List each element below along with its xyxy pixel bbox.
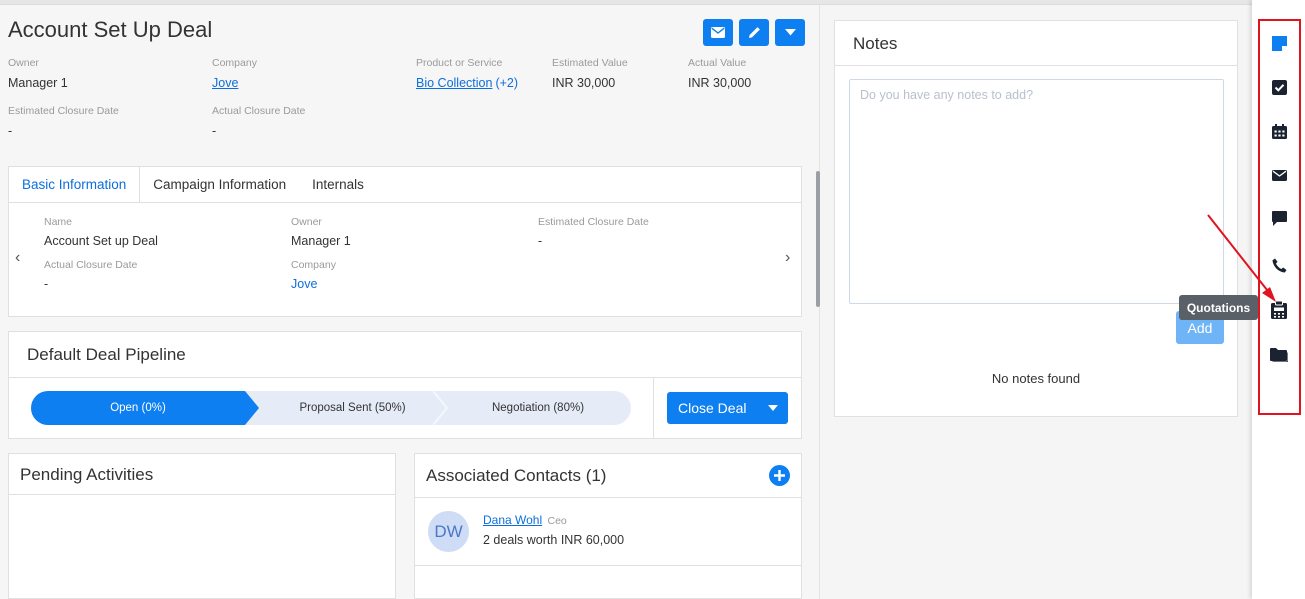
pipeline-title: Default Deal Pipeline [27, 345, 186, 364]
estimated-closure-field: Estimated Closure Date - [8, 105, 119, 138]
stage-negotiation[interactable]: Negotiation (80%) [445, 391, 631, 425]
edit-button[interactable] [739, 19, 769, 46]
estimated-value-field: Estimated Value INR 30,000 [552, 57, 628, 90]
envelope-icon [711, 27, 725, 38]
basic-company-link[interactable]: Jove [291, 277, 336, 291]
add-contact-icon[interactable] [769, 465, 790, 486]
estimated-closure-value: - [8, 124, 13, 138]
tab-campaign-information[interactable]: Campaign Information [140, 167, 299, 202]
company-link[interactable]: Jove [212, 76, 238, 90]
caret-down-icon [768, 405, 778, 411]
actual-closure-label: Actual Closure Date [212, 105, 306, 117]
notes-title: Notes [853, 34, 898, 53]
basic-actual-closure-value: - [44, 277, 49, 291]
info-tabs-card: Basic Information Campaign Information I… [8, 166, 802, 317]
no-notes-message: No notes found [991, 371, 1081, 386]
associated-contacts-title: Associated Contacts (1) [426, 466, 607, 485]
notes-panel: Notes Add No notes found [834, 20, 1238, 417]
contact-role: Ceo [547, 515, 567, 527]
basic-owner-value: Manager 1 [291, 234, 351, 248]
avatar: DW [428, 511, 469, 552]
tab-basic-information[interactable]: Basic Information [9, 167, 141, 202]
owner-value: Manager 1 [8, 76, 68, 90]
email-button[interactable] [703, 19, 733, 46]
estimated-closure-label: Estimated Closure Date [8, 105, 119, 117]
basic-actual-closure-field: Actual Closure Date - [44, 259, 137, 291]
stage-arrow-icon [245, 391, 259, 425]
pencil-icon [748, 27, 760, 38]
divider [9, 377, 801, 378]
contact-row[interactable]: DW Dana Wohl Ceo 2 deals worth INR 60,00… [415, 498, 801, 566]
tab-internals[interactable]: Internals [299, 167, 377, 202]
basic-est-closure-label: Estimated Closure Date [538, 216, 649, 228]
stage-proposal-sent[interactable]: Proposal Sent (50%) [259, 391, 446, 425]
product-field: Product or Service Bio Collection (+2) [416, 57, 518, 90]
header-actions [703, 19, 805, 46]
actual-closure-value: - [212, 124, 217, 138]
basic-name-label: Name [44, 216, 73, 228]
basic-actual-closure-label: Actual Closure Date [44, 259, 138, 271]
basic-owner-field: Owner Manager 1 [291, 216, 351, 248]
notes-textarea[interactable] [849, 79, 1224, 304]
product-more-link[interactable]: (+2) [495, 76, 518, 90]
pending-activities-title: Pending Activities [20, 465, 154, 484]
deal-main-panel: Account Set Up Deal Owner Manager 1 Comp… [0, 5, 820, 599]
close-deal-button[interactable]: Close Deal [667, 392, 788, 424]
contact-summary: 2 deals worth INR 60,000 [483, 533, 625, 547]
associated-contacts-card: Associated Contacts (1) DW Dana Wohl Ceo… [414, 453, 802, 599]
owner-field: Owner Manager 1 [8, 57, 68, 90]
pipeline-stages: Open (0%) Proposal Sent (50%) Negotiatio… [31, 391, 631, 425]
quotations-tooltip: Quotations [1179, 295, 1258, 320]
estimated-value-label: Estimated Value [552, 57, 628, 69]
divider [9, 494, 395, 495]
contact-name-line: Dana Wohl Ceo [483, 513, 567, 527]
chevron-left-icon[interactable]: ‹ [15, 249, 20, 267]
divider [653, 377, 654, 439]
company-label: Company [212, 57, 257, 69]
caret-down-icon [784, 29, 796, 36]
actual-closure-field: Actual Closure Date - [212, 105, 305, 138]
actual-value-label: Actual Value [688, 57, 747, 69]
contact-name-link[interactable]: Dana Wohl [483, 513, 542, 527]
pipeline-card: Default Deal Pipeline Open (0%) Proposal… [8, 331, 802, 439]
company-field: Company Jove [212, 57, 257, 90]
actual-value-field: Actual Value INR 30,000 [688, 57, 751, 90]
basic-name-value: Account Set up Deal [44, 234, 158, 248]
basic-company-field: Company Jove [291, 259, 336, 291]
basic-name-field: Name Account Set up Deal [44, 216, 158, 248]
basic-company-label: Company [291, 259, 336, 271]
chevron-right-icon[interactable]: › [785, 249, 790, 267]
highlight-box [1258, 19, 1301, 415]
owner-label: Owner [8, 57, 39, 69]
tab-bar: Basic Information Campaign Information I… [9, 167, 801, 203]
close-deal-label: Close Deal [678, 400, 747, 416]
product-label: Product or Service [416, 57, 503, 69]
page-title: Account Set Up Deal [8, 17, 213, 42]
estimated-value: INR 30,000 [552, 76, 616, 90]
scrollbar-thumb[interactable] [816, 171, 820, 307]
stage-open[interactable]: Open (0%) [31, 391, 245, 425]
basic-est-closure-value: - [538, 234, 543, 248]
actual-value: INR 30,000 [688, 76, 752, 90]
divider [835, 65, 1237, 66]
basic-est-closure-field: Estimated Closure Date - [538, 216, 649, 248]
more-dropdown-button[interactable] [775, 19, 805, 46]
product-link[interactable]: Bio Collection [416, 76, 492, 90]
pending-activities-card: Pending Activities [8, 453, 396, 599]
basic-owner-label: Owner [291, 216, 322, 228]
